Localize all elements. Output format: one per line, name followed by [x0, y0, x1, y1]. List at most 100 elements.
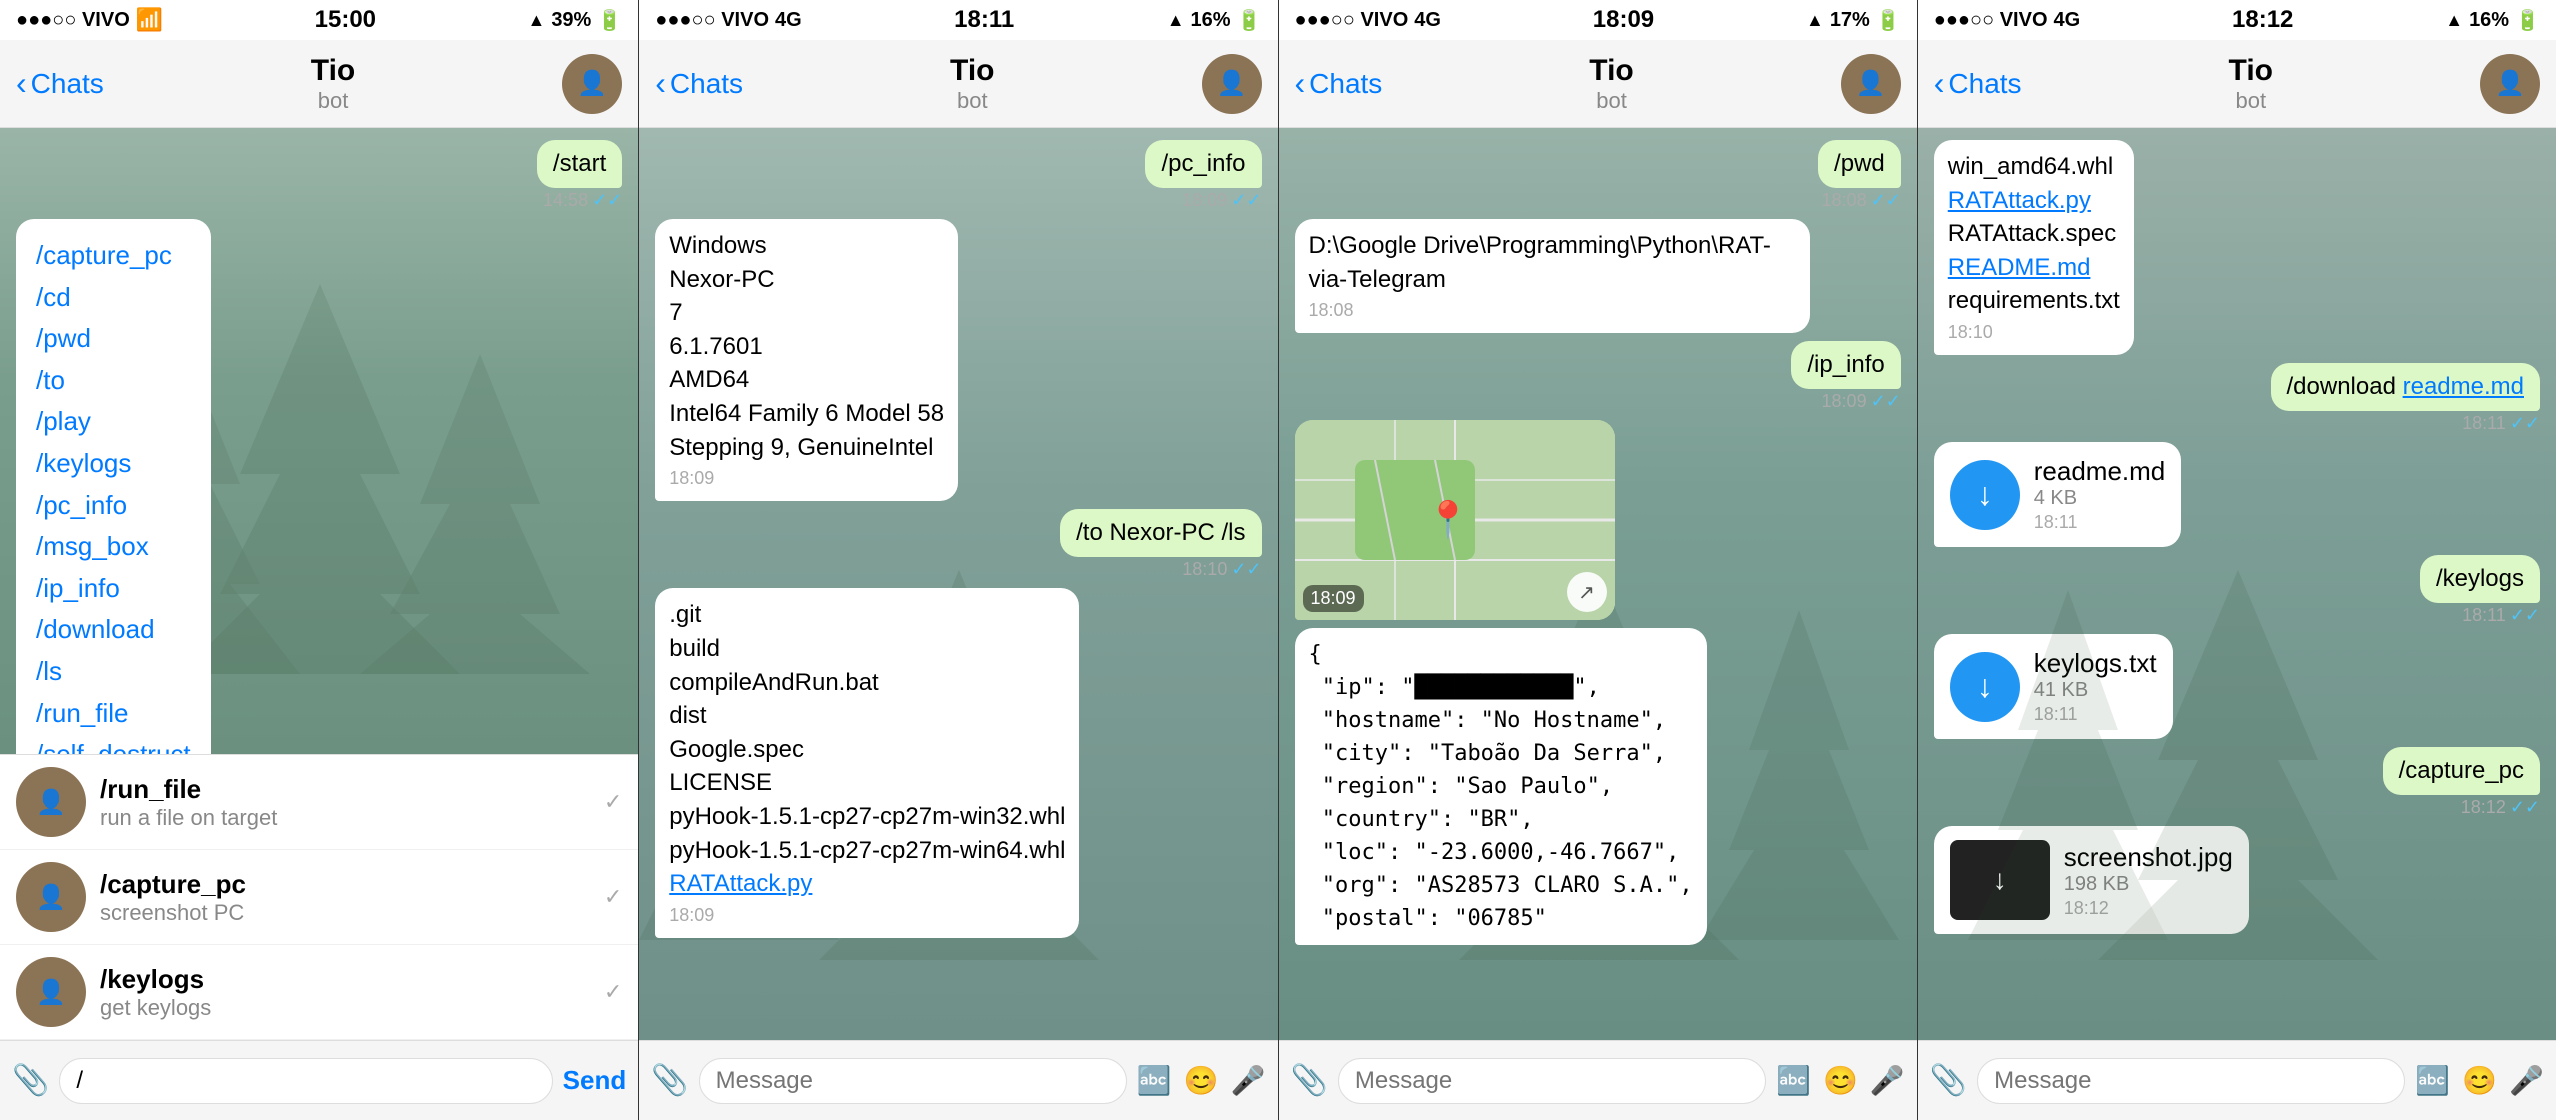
readme-file-info: readme.md 4 KB 18:11	[2034, 456, 2166, 533]
4g-2: 4G	[775, 9, 802, 32]
chat-checkmark-capture: ✓	[604, 884, 622, 910]
readme-file-name: readme.md	[2034, 456, 2166, 487]
map-share-button[interactable]: ↗	[1567, 572, 1607, 612]
status-left-2: ●●●○○ VIVO 4G	[655, 9, 801, 32]
keylogs-file-info: keylogs.txt 41 KB 18:11	[2034, 648, 2157, 725]
status-left-4: ●●●○○ VIVO 4G	[1934, 9, 2080, 32]
cmd-to: /to	[36, 360, 191, 402]
nav-bar-1: ‹ Chats Tio bot 👤	[0, 40, 638, 128]
phone-screen-1: ●●●○○ VIVO 📶 15:00 ▲ 39% 🔋 ‹ Chats Tio b…	[0, 0, 639, 1120]
attachment-icon-3[interactable]: 📎	[1291, 1063, 1328, 1098]
back-button-3[interactable]: ‹ Chats	[1295, 65, 1383, 102]
attachment-icon-1[interactable]: 📎	[12, 1063, 49, 1098]
back-arrow-1: ‹	[16, 65, 27, 102]
attachment-icon-2[interactable]: 📎	[651, 1063, 688, 1098]
emoji-icon-3[interactable]: 🔤	[1776, 1064, 1811, 1097]
input-bar-1: 📎 Send	[0, 1040, 638, 1120]
battery-icon-1: 🔋	[597, 8, 622, 33]
msg-ipinfo: /ip_info	[1791, 341, 1900, 389]
screenshot-size: 198 KB	[2064, 873, 2233, 896]
4g-4: 4G	[2054, 9, 2081, 32]
readme-file-bubble[interactable]: ↓ readme.md 4 KB 18:11	[1934, 442, 2182, 547]
sticker-icon-4[interactable]: 😊	[2462, 1064, 2497, 1097]
mic-icon-2[interactable]: 🎤	[1231, 1064, 1266, 1097]
mic-icon-4[interactable]: 🎤	[2509, 1064, 2544, 1097]
nav-avatar-2[interactable]: 👤	[1202, 54, 1262, 114]
check-ipinfo: ✓✓	[1871, 391, 1901, 412]
map-bubble[interactable]: 📍 18:09 ↗	[1295, 420, 1615, 620]
emoji-icon-2[interactable]: 🔤	[1137, 1064, 1172, 1097]
chat-item-run-file[interactable]: 👤 /run_file run a file on target ✓	[0, 755, 638, 850]
chat-info-capture: /capture_pc screenshot PC	[100, 869, 590, 926]
battery-icon-4: 🔋	[2515, 8, 2540, 33]
nav-avatar-1[interactable]: 👤	[562, 54, 622, 114]
keylogs-file-bubble[interactable]: ↓ keylogs.txt 41 KB 18:11	[1934, 634, 2173, 739]
status-right-3: ▲ 17% 🔋	[1806, 8, 1901, 33]
nav-avatar-4[interactable]: 👤	[2480, 54, 2540, 114]
message-input-2[interactable]	[699, 1058, 1127, 1104]
json-response-wrapper: { "ip": "████████████", "hostname": "No …	[1295, 628, 1901, 945]
send-button-1[interactable]: Send	[563, 1065, 627, 1096]
emoji-icon-4[interactable]: 🔤	[2415, 1064, 2450, 1097]
commands-list-wrapper: /capture_pc /cd /pwd /to /play /keylogs …	[16, 219, 622, 754]
back-label-3: Chats	[1309, 68, 1382, 100]
message-input-1[interactable]	[59, 1058, 552, 1104]
4g-3: 4G	[1414, 9, 1441, 32]
ls-dist: dist	[669, 699, 1065, 733]
screenshot-info: screenshot.jpg 198 KB 18:12	[2064, 842, 2233, 919]
nav-title-1: Tio	[311, 54, 355, 88]
battery-3: 17%	[1830, 9, 1870, 32]
sticker-icon-3[interactable]: 😊	[1823, 1064, 1858, 1097]
chat-avatar-capture: 👤	[16, 862, 86, 932]
chat-item-keylogs[interactable]: 👤 /keylogs get keylogs ✓	[0, 945, 638, 1040]
message-input-3[interactable]	[1338, 1058, 1766, 1104]
status-right-4: ▲ 16% 🔋	[2445, 8, 2540, 33]
msg-start: /start	[537, 140, 622, 188]
mic-icon-3[interactable]: 🎤	[1870, 1064, 1905, 1097]
attachment-icon-4[interactable]: 📎	[1930, 1063, 1967, 1098]
battery-4: 16%	[2469, 9, 2509, 32]
pwd-path: D:\Google Drive\Programming\Python\RAT-v…	[1309, 229, 1796, 296]
cmd-download: /download	[36, 609, 191, 651]
status-bar-4: ●●●○○ VIVO 4G 18:12 ▲ 16% 🔋	[1918, 0, 2556, 40]
nav-title-area-1: Tio bot	[104, 54, 562, 114]
cmd-keylogs: /keylogs	[36, 443, 191, 485]
check-keylogs: ✓✓	[2510, 605, 2540, 626]
file-whl: win_amd64.whl	[1948, 150, 2120, 184]
file-requirements: requirements.txt	[1948, 284, 2120, 318]
pc-line-ver: 7	[669, 296, 944, 330]
status-left-1: ●●●○○ VIVO 📶	[16, 7, 163, 33]
sticker-icon-2[interactable]: 😊	[1184, 1064, 1219, 1097]
pc-line-os: Windows	[669, 229, 944, 263]
pwd-bubble: D:\Google Drive\Programming\Python\RAT-v…	[1295, 219, 1810, 333]
file-readme: README.md	[1948, 251, 2120, 285]
file-ratspec: RATAttack.spec	[1948, 217, 2120, 251]
msg-pwd-time: 18:08 ✓✓	[1822, 190, 1901, 211]
chat-item-capture[interactable]: 👤 /capture_pc screenshot PC ✓	[0, 850, 638, 945]
ls-license: LICENSE	[669, 766, 1065, 800]
msg-ls-wrapper: /to Nexor-PC /ls 18:10 ✓✓	[655, 509, 1261, 580]
back-label-1: Chats	[31, 68, 104, 100]
pc-line-cpu: Intel64 Family 6 Model 58	[669, 397, 944, 431]
screenshot-bubble[interactable]: ↓ screenshot.jpg 198 KB 18:12	[1934, 826, 2249, 934]
cmd-run-file: /run_file	[36, 693, 191, 735]
keylogs-file-size: 41 KB	[2034, 679, 2157, 702]
carrier-3: ●●●○○ VIVO	[1295, 9, 1409, 32]
carrier-1: ●●●○○ VIVO	[16, 9, 130, 32]
nav-title-area-2: Tio bot	[743, 54, 1201, 114]
download-link: readme.md	[2403, 373, 2524, 400]
back-arrow-4: ‹	[1934, 65, 1945, 102]
msg-capture-wrapper: /capture_pc 18:12 ✓✓	[1934, 747, 2540, 818]
back-button-2[interactable]: ‹ Chats	[655, 65, 743, 102]
input-bar-4: 📎 🔤 😊 🎤	[1918, 1040, 2556, 1120]
back-button-1[interactable]: ‹ Chats	[16, 65, 104, 102]
message-input-4[interactable]	[1977, 1058, 2405, 1104]
readme-file-size: 4 KB	[2034, 487, 2166, 510]
status-left-3: ●●●○○ VIVO 4G	[1295, 9, 1441, 32]
cmd-capture: /capture_pc	[36, 235, 191, 277]
phone-screen-2: ●●●○○ VIVO 4G 18:11 ▲ 16% 🔋 ‹ Chats Tio …	[639, 0, 1278, 1120]
back-button-4[interactable]: ‹ Chats	[1934, 65, 2022, 102]
nav-avatar-3[interactable]: 👤	[1841, 54, 1901, 114]
msg-capture: /capture_pc	[2383, 747, 2540, 795]
status-bar-1: ●●●○○ VIVO 📶 15:00 ▲ 39% 🔋	[0, 0, 638, 40]
